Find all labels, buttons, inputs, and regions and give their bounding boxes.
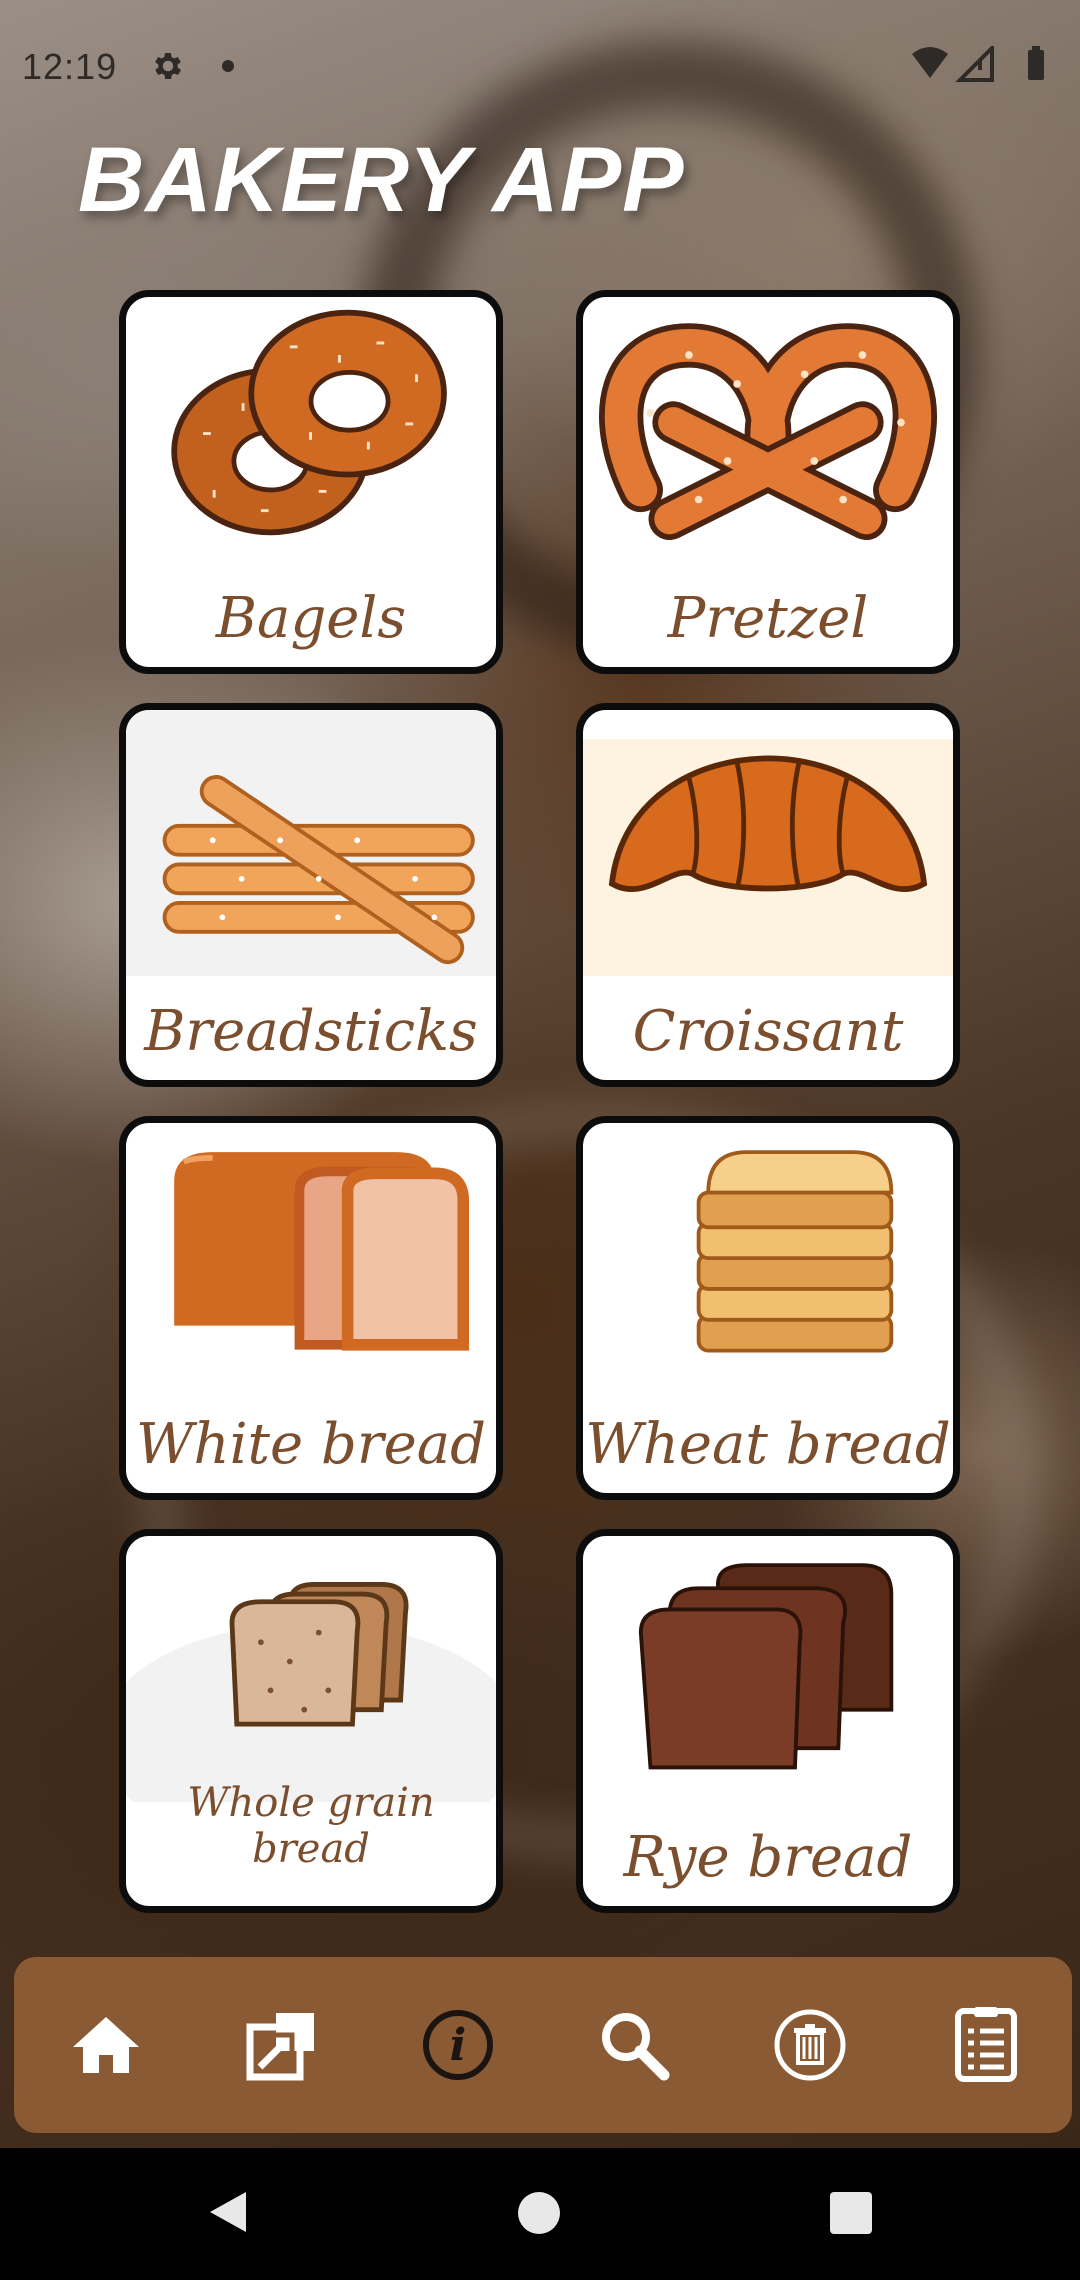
open-external-icon (246, 2013, 314, 2081)
item-label: Rye bread (623, 1825, 913, 1890)
info-icon: i (423, 2010, 493, 2080)
info-button[interactable]: i (416, 2003, 500, 2087)
settings-gear-icon (155, 52, 182, 80)
wheat-bread-icon (696, 1150, 894, 1353)
croissant-card[interactable]: Croissant (576, 703, 960, 1087)
white-bread-icon (174, 1152, 470, 1351)
breadsticks-icon (126, 710, 496, 977)
list-icon (955, 2007, 1017, 2082)
croissant-icon (583, 739, 953, 977)
app-title: BAKERY APP (78, 129, 685, 231)
status-bar: 12:19 (0, 0, 1080, 136)
search-button[interactable] (592, 2003, 676, 2087)
item-label: Bagels (215, 586, 407, 651)
system-navigation-bar (0, 2148, 1080, 2280)
wifi-icon (912, 47, 948, 78)
status-time: 12:19 (22, 46, 118, 87)
search-icon (602, 2013, 670, 2081)
whole-grain-bread-card[interactable]: Whole grain bread (119, 1529, 503, 1913)
wheat-bread-card[interactable]: Wheat bread (576, 1116, 960, 1500)
item-label: Wheat bread (585, 1412, 951, 1477)
recents-icon[interactable] (830, 2192, 872, 2234)
whole-grain-bread-icon (126, 1581, 496, 1803)
bagel-icon (171, 309, 447, 536)
status-indicators (912, 46, 1044, 82)
bagels-card[interactable]: Bagels (119, 290, 503, 674)
list-button[interactable] (944, 2003, 1028, 2087)
back-icon[interactable] (206, 2188, 250, 2236)
item-label: Breadsticks (144, 999, 478, 1064)
item-label: White bread (136, 1412, 486, 1477)
bottom-navigation-bar: i (14, 1957, 1072, 2133)
pretzel-icon (599, 323, 937, 541)
white-bread-card[interactable]: White bread (119, 1116, 503, 1500)
rye-bread-card[interactable]: Rye bread (576, 1529, 960, 1913)
home-button[interactable] (64, 2003, 148, 2087)
rye-bread-icon (638, 1563, 894, 1770)
delete-icon (774, 2009, 846, 2081)
svg-text:i: i (450, 2020, 467, 2071)
pretzel-card[interactable]: Pretzel (576, 290, 960, 674)
item-label: Whole grain bread (187, 1780, 435, 1872)
home-nav-icon[interactable] (518, 2192, 560, 2234)
item-label: Croissant (632, 999, 904, 1064)
item-label: Pretzel (667, 586, 869, 651)
battery-icon (1028, 50, 1044, 80)
breadsticks-card[interactable]: Breadsticks (119, 703, 503, 1087)
notification-dot-icon (222, 60, 234, 72)
open-external-button[interactable] (240, 2003, 324, 2087)
signal-icon (955, 46, 994, 82)
home-icon (73, 2017, 139, 2073)
delete-button[interactable] (768, 2003, 852, 2087)
